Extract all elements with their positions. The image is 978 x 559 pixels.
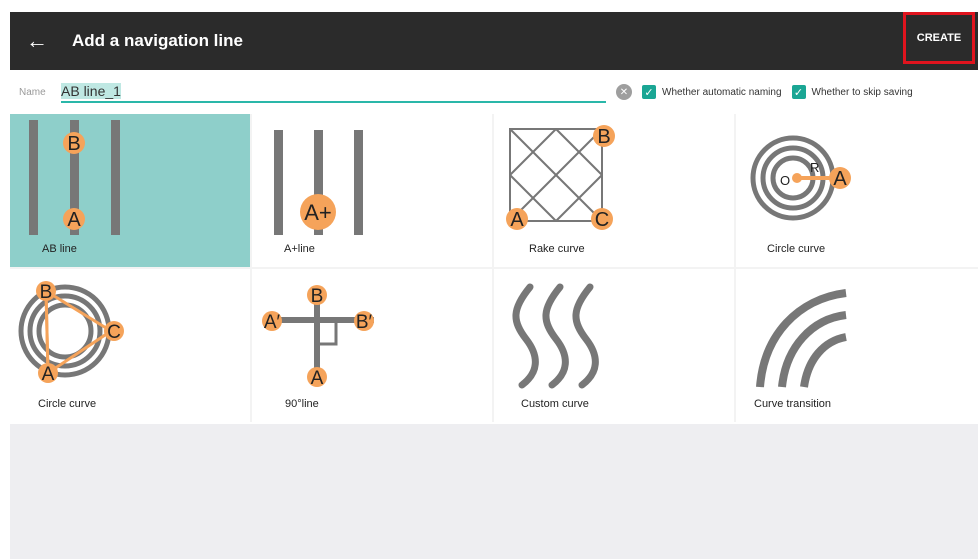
tile-custom-curve[interactable]: Custom curve (494, 269, 734, 422)
name-input[interactable]: AB line_1 (61, 81, 606, 103)
page-title: Add a navigation line (72, 31, 243, 50)
svg-text:O: O (780, 173, 790, 188)
svg-text:B: B (311, 286, 324, 307)
name-row: Name AB line_1 ✕ ✓ Whether automatic nam… (10, 70, 978, 115)
app-bar: ← Add a navigation line CREATE (10, 12, 978, 70)
tile-rake-curve[interactable]: B A C Rake curve (494, 114, 734, 267)
svg-text:C: C (107, 322, 121, 343)
tile-label: Curve transition (754, 398, 832, 410)
back-button[interactable]: ← (26, 28, 62, 54)
svg-text:B: B (67, 133, 80, 155)
custom-curve-icon (512, 283, 599, 389)
tile-ab-line[interactable]: B A AB line (10, 114, 250, 267)
create-button[interactable]: CREATE (903, 12, 975, 64)
svg-text:A: A (67, 209, 81, 231)
svg-text:A′: A′ (264, 312, 281, 333)
tile-label: AB line (42, 243, 77, 255)
skip-saving-label: Whether to skip saving (811, 86, 913, 98)
svg-text:A+: A+ (304, 200, 332, 225)
svg-text:B: B (40, 282, 53, 303)
svg-text:R: R (810, 160, 819, 175)
empty-area (10, 424, 978, 559)
tile-label: Rake curve (529, 243, 585, 255)
clear-icon[interactable]: ✕ (616, 84, 632, 100)
svg-text:C: C (595, 209, 609, 231)
tile-90-line[interactable]: B A′ B′ A 90°line (252, 269, 492, 422)
svg-text:A: A (833, 168, 847, 190)
name-value: AB line_1 (61, 83, 121, 99)
tile-circle-curve-3pt[interactable]: B C A Circle curve (10, 269, 250, 422)
tile-a-plus-line[interactable]: A+ A+line (252, 114, 492, 267)
arrow-left-icon: ← (26, 28, 48, 53)
auto-naming-label: Whether automatic naming (662, 86, 782, 98)
ninety-line-icon: B A′ B′ A (262, 285, 374, 389)
circle-3pt-icon: B C A (18, 281, 124, 385)
svg-text:B: B (597, 126, 610, 148)
name-label: Name (19, 86, 46, 98)
tile-label: A+line (284, 243, 315, 255)
line-type-grid: B A AB line A+ A+line B A C Rake curve O… (10, 114, 978, 422)
ab-line-icon: B A (29, 120, 120, 235)
tile-label: Circle curve (38, 398, 97, 410)
circle-curve-icon: O R A (750, 135, 851, 221)
svg-text:B′: B′ (356, 312, 373, 333)
svg-text:A: A (311, 368, 324, 389)
svg-text:A: A (42, 364, 55, 385)
a-plus-line-icon: A+ (274, 130, 363, 235)
curve-transition-icon (756, 289, 847, 388)
tile-label: 90°line (285, 398, 319, 410)
rake-curve-icon: B A C (506, 125, 615, 231)
tile-circle-curve[interactable]: O R A Circle curve (736, 114, 978, 267)
tile-label: Custom curve (521, 398, 589, 410)
auto-naming-checkbox[interactable]: ✓ (642, 85, 656, 99)
tile-label: Circle curve (767, 243, 826, 255)
tile-curve-transition[interactable]: Curve transition (736, 269, 978, 422)
svg-text:A: A (510, 209, 524, 231)
skip-saving-checkbox[interactable]: ✓ (791, 85, 806, 99)
